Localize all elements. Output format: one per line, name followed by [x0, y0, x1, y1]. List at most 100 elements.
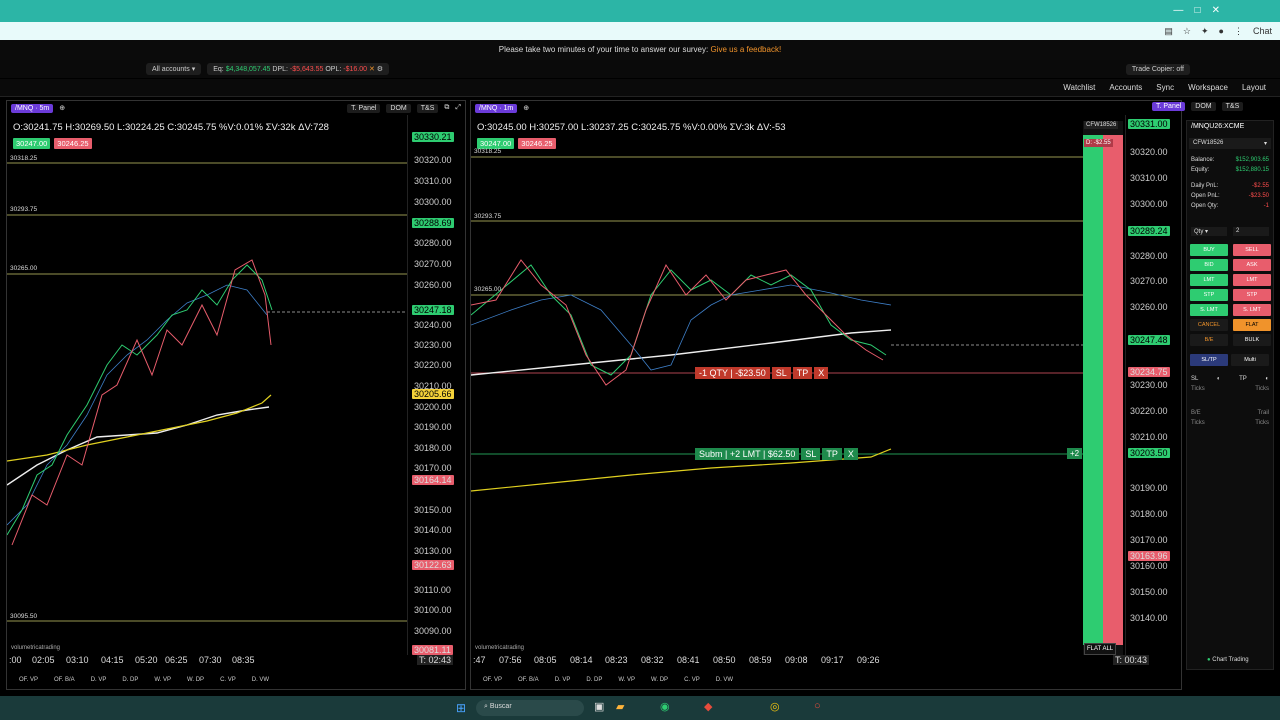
left-bt-ddp[interactable]: D. DP	[122, 677, 138, 683]
sell-slmt-button[interactable]: S. LMT	[1233, 304, 1271, 316]
yellow-ma-line	[7, 394, 272, 462]
add-icon[interactable]: ⊕	[523, 104, 529, 112]
left-price-axis[interactable]: 30330.21 30320.00 30310.00 30300.00 3028…	[407, 115, 465, 655]
right-bt-wvp[interactable]: W. VP	[618, 677, 635, 683]
left-bt-wvp[interactable]: W. VP	[154, 677, 171, 683]
right-symbol[interactable]: /MNQ · 1m	[475, 103, 518, 113]
right-dom-button[interactable]: DOM	[1191, 102, 1216, 111]
sl-toggle[interactable]: ◐	[1217, 376, 1221, 382]
left-dom-button[interactable]: DOM	[386, 103, 411, 113]
star-icon[interactable]: ☆	[1183, 26, 1191, 37]
bid-button[interactable]: BID	[1190, 259, 1228, 271]
position-sl-button[interactable]: SL	[771, 367, 791, 379]
axis-label: 30280.00	[414, 238, 452, 248]
right-bt-wdp[interactable]: W. DP	[651, 677, 668, 683]
left-symbol[interactable]: /MNQ · 5m	[11, 103, 54, 113]
reader-icon[interactable]: ▤	[1164, 26, 1173, 37]
left-tpanel-button[interactable]: T. Panel	[347, 103, 381, 113]
chrome-icon[interactable]: ◎	[770, 700, 780, 713]
tab-multi[interactable]: Multi	[1231, 354, 1269, 366]
nav-accounts[interactable]: Accounts	[1109, 83, 1142, 92]
nav-layout[interactable]: Layout	[1242, 83, 1266, 92]
close-icon[interactable]: ✕	[369, 66, 375, 73]
position-label[interactable]: -1 QTY | -$23.50 SL TP X	[695, 367, 829, 379]
nav-sync[interactable]: Sync	[1156, 83, 1174, 92]
left-bt-ofba[interactable]: OF. B/A	[54, 677, 75, 683]
flat-button[interactable]: FLAT	[1233, 319, 1271, 331]
left-bt-cvp[interactable]: C. VP	[220, 677, 236, 683]
nav-workspace[interactable]: Workspace	[1188, 83, 1228, 92]
taskbar-search[interactable]: ⌕ Buscar	[476, 700, 584, 716]
time-label: 07:30	[199, 655, 222, 665]
tab-sltp[interactable]: SL/TP	[1190, 354, 1228, 366]
expand-icon[interactable]: ⤢	[455, 104, 461, 112]
right-price-axis[interactable]: 30331.00 30320.00 30310.00 30300.00 3028…	[1125, 115, 1179, 655]
sell-button[interactable]: SELL	[1233, 244, 1271, 256]
time-label: 07:56	[499, 655, 522, 665]
right-tpanel-button[interactable]: T. Panel	[1152, 102, 1186, 111]
balance-label: Balance:	[1191, 157, 1215, 163]
right-bt-ofba[interactable]: OF. B/A	[518, 677, 539, 683]
breakeven-button[interactable]: B/E	[1190, 334, 1228, 346]
bulk-button[interactable]: BULK	[1233, 334, 1271, 346]
left-time-axis[interactable]: :00 02:05 03:10 04:15 05:20 06:25 07:30 …	[7, 655, 465, 669]
order-tp-button[interactable]: TP	[822, 448, 842, 460]
profile-icon[interactable]: ●	[1219, 26, 1224, 36]
cancel-button[interactable]: CANCEL	[1190, 319, 1228, 331]
buy-slmt-button[interactable]: S. LMT	[1190, 304, 1228, 316]
position-close-button[interactable]: X	[814, 367, 829, 379]
left-ts-button[interactable]: T&S	[416, 103, 439, 113]
qty-select[interactable]: Qty ▾	[1191, 227, 1227, 236]
order-cancel-button[interactable]: X	[843, 448, 858, 460]
buy-button[interactable]: BUY	[1190, 244, 1228, 256]
dom-strip[interactable]: CFW18526 D: -$2.55 FLAT ALL	[1083, 121, 1123, 655]
position-tp-button[interactable]: TP	[792, 367, 813, 379]
order-sl-button[interactable]: SL	[801, 448, 821, 460]
chat-label[interactable]: Chat	[1253, 26, 1272, 36]
settings-icon[interactable]: ⚙	[377, 66, 383, 73]
survey-link[interactable]: Give us a feedback!	[710, 45, 781, 54]
left-tag-red2: 30122.63	[412, 560, 454, 570]
right-bt-dvw[interactable]: D. VW	[716, 677, 733, 683]
popout-icon[interactable]: ⧉	[444, 104, 449, 112]
buy-lmt-button[interactable]: LMT	[1190, 274, 1228, 286]
left-bt-ofvp[interactable]: OF. VP	[19, 677, 38, 683]
menu-icon[interactable]: ⋮	[1234, 26, 1243, 37]
left-chart-canvas[interactable]	[7, 115, 407, 655]
account-select[interactable]: All accounts ▾	[146, 63, 202, 75]
right-chart-canvas[interactable]	[471, 115, 1083, 655]
right-bt-dvp[interactable]: D. VP	[555, 677, 571, 683]
nav-watchlist[interactable]: Watchlist	[1063, 83, 1095, 92]
axis-label: 30320.00	[414, 155, 452, 165]
chart-trading-toggle[interactable]: ● Chart Trading	[1207, 657, 1249, 663]
order-label[interactable]: Subm | +2 LMT | $62.50 SL TP X	[695, 448, 858, 460]
right-bt-cvp[interactable]: C. VP	[684, 677, 700, 683]
qty-input[interactable]: 2	[1233, 227, 1269, 236]
axis-label: 30300.00	[1130, 199, 1168, 209]
left-bt-dvw[interactable]: D. VW	[252, 677, 269, 683]
app-icon[interactable]: ◆	[704, 700, 712, 713]
left-bt-dvp[interactable]: D. VP	[91, 677, 107, 683]
extension-icon[interactable]: ✦	[1201, 26, 1209, 37]
trade-copier[interactable]: Trade Copier: off	[1125, 63, 1190, 75]
add-icon[interactable]: ⊕	[59, 104, 65, 112]
right-time-axis[interactable]: :47 07:56 08:05 08:14 08:23 08:32 08:41 …	[471, 655, 1179, 669]
ask-button[interactable]: ASK	[1233, 259, 1271, 271]
panel-account-select[interactable]: CFW18526 ▾	[1189, 138, 1271, 149]
edge-icon[interactable]: ◉	[660, 700, 670, 713]
windows-icon[interactable]: ⊞	[456, 701, 466, 715]
right-bt-ofvp[interactable]: OF. VP	[483, 677, 502, 683]
buy-stp-button[interactable]: STP	[1190, 289, 1228, 301]
task-view-icon[interactable]: ▣	[594, 700, 604, 713]
left-bt-wdp[interactable]: W. DP	[187, 677, 204, 683]
sell-lmt-button[interactable]: LMT	[1233, 274, 1271, 286]
right-bt-ddp[interactable]: D. DP	[586, 677, 602, 683]
sell-stp-button[interactable]: STP	[1233, 289, 1271, 301]
explorer-icon[interactable]: ▰	[616, 700, 624, 713]
flat-all-button[interactable]: FLAT ALL	[1084, 643, 1117, 655]
opera-icon[interactable]: ○	[814, 700, 821, 712]
window-controls[interactable]: — □ ✕	[1173, 5, 1220, 16]
panel-symbol[interactable]: /MNQU26:XCME	[1191, 123, 1244, 130]
right-ts-button[interactable]: T&S	[1221, 102, 1244, 111]
tp-toggle[interactable]: ◐	[1265, 376, 1269, 382]
